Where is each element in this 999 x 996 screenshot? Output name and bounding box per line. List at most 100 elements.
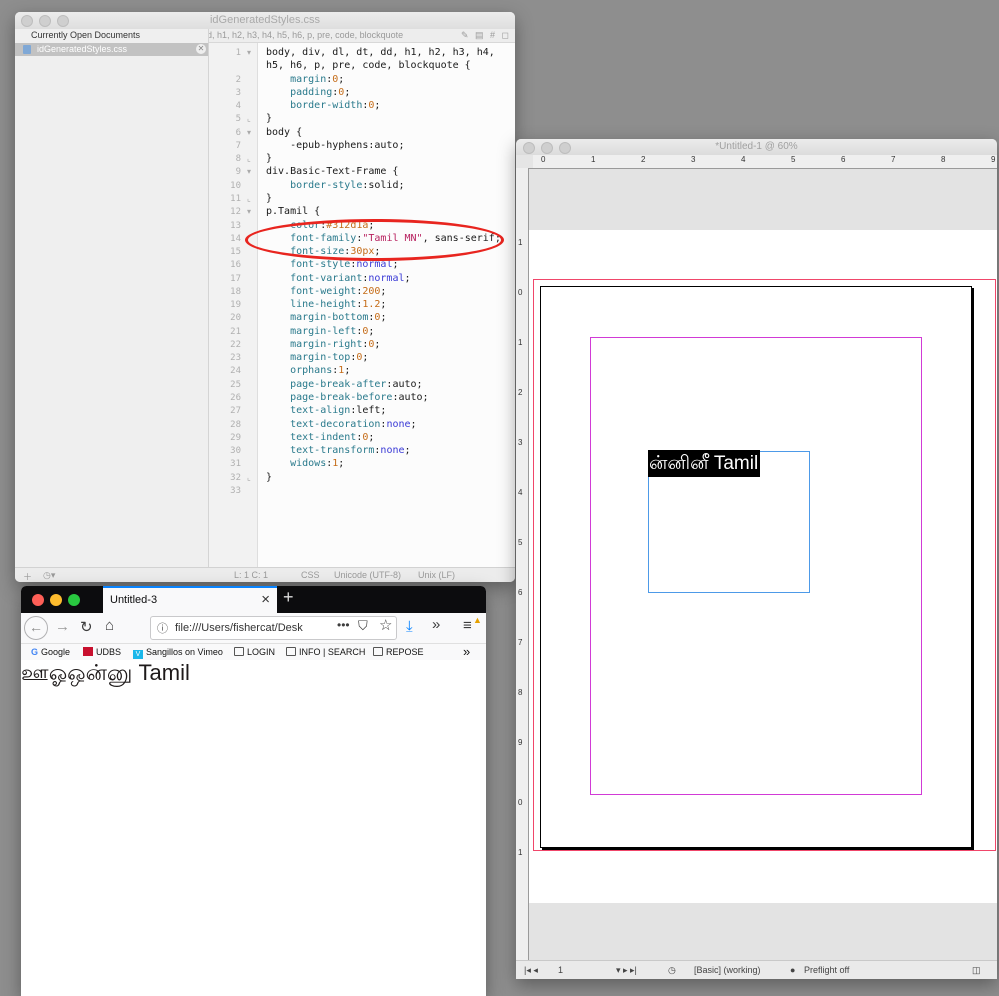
code-line[interactable]: text-decoration:none; bbox=[266, 419, 416, 430]
code-line[interactable]: body, div, dl, dt, dd, h1, h2, h3, h4, bbox=[266, 47, 495, 58]
ruler-origin[interactable] bbox=[516, 155, 534, 169]
bookmark-google[interactable]: G Google bbox=[31, 647, 70, 657]
line-number: 14 bbox=[230, 233, 241, 244]
code-line[interactable]: } bbox=[266, 472, 272, 483]
bookmarks-overflow-icon[interactable]: » bbox=[463, 644, 470, 659]
code-line[interactable]: -epub-hyphens:auto; bbox=[266, 140, 404, 151]
selected-text[interactable]: ன்னினீ Tamil bbox=[648, 450, 761, 477]
code-line[interactable]: } bbox=[266, 113, 272, 124]
code-line[interactable]: margin:0; bbox=[266, 74, 344, 85]
selector-menu[interactable]: d, h1, h2, h3, h4, h5, h6, p, pre, code,… bbox=[209, 30, 403, 40]
fold-marker-icon[interactable]: ⌞ bbox=[247, 114, 251, 123]
tab-untitled[interactable]: Untitled-3 × bbox=[103, 586, 277, 613]
downloads-icon[interactable]: ⤓ bbox=[406, 618, 413, 635]
bookmark-star-icon[interactable]: ☆ bbox=[379, 616, 392, 634]
line-number: 13 bbox=[230, 220, 241, 231]
code-line[interactable]: line-height:1.2; bbox=[266, 299, 386, 310]
preflight-menu[interactable]: Preflight off bbox=[804, 965, 849, 975]
window-controls[interactable] bbox=[32, 594, 86, 609]
fold-marker-icon[interactable]: ⌞ bbox=[247, 473, 251, 482]
code-area[interactable]: body, div, dl, dt, dd, h1, h2, h3, h4, h5… bbox=[258, 43, 515, 568]
editor-tool-icons[interactable]: ✎ ▤ # ◻ bbox=[461, 30, 511, 41]
fold-marker-icon[interactable]: ▾ bbox=[247, 207, 251, 216]
site-info-icon[interactable]: ⓘ bbox=[157, 620, 168, 636]
line-ending-menu[interactable]: Unix (LF) bbox=[418, 570, 455, 580]
fold-marker-icon[interactable]: ▾ bbox=[247, 128, 251, 137]
line-number: 30 bbox=[230, 446, 241, 457]
bookmark-login[interactable]: LOGIN bbox=[234, 647, 275, 657]
code-line[interactable]: margin-top:0; bbox=[266, 352, 368, 363]
horizontal-ruler[interactable]: 0123456789 bbox=[533, 155, 997, 169]
code-line[interactable]: p.Tamil { bbox=[266, 206, 320, 217]
code-line[interactable]: border-width:0; bbox=[266, 100, 380, 111]
new-tab-icon[interactable]: + bbox=[283, 587, 294, 608]
split-view-icon[interactable]: ◫ bbox=[972, 965, 981, 976]
bookmark-udbs[interactable]: UDBS bbox=[83, 647, 121, 657]
code-line[interactable]: margin-right:0; bbox=[266, 339, 380, 350]
code-line[interactable]: border-style:solid; bbox=[266, 180, 404, 191]
close-icon[interactable] bbox=[32, 594, 44, 606]
working-style-menu[interactable]: [Basic] (working) bbox=[694, 965, 761, 975]
bookmark-repose[interactable]: REPOSE bbox=[373, 647, 424, 657]
overflow-icon[interactable]: » bbox=[432, 616, 440, 633]
line-number: 28 bbox=[230, 419, 241, 430]
encoding-menu[interactable]: Unicode (UTF-8) bbox=[334, 570, 401, 580]
line-number: 10 bbox=[230, 180, 241, 191]
history-icon[interactable]: ◷▾ bbox=[43, 570, 55, 581]
line-number: 9 bbox=[235, 167, 241, 178]
code-line[interactable]: page-break-after:auto; bbox=[266, 379, 422, 390]
pocket-icon[interactable]: ⛉ bbox=[358, 618, 368, 634]
home-icon[interactable]: ⌂ bbox=[105, 617, 114, 634]
annotation-ring bbox=[245, 219, 504, 261]
code-line[interactable]: padding:0; bbox=[266, 87, 350, 98]
back-icon[interactable]: ← bbox=[24, 616, 48, 640]
line-number: 32 bbox=[230, 472, 241, 483]
code-line[interactable]: margin-bottom:0; bbox=[266, 312, 386, 323]
code-line[interactable]: page-break-before:auto; bbox=[266, 392, 428, 403]
line-number: 24 bbox=[230, 366, 241, 377]
open-icon[interactable]: ◷ bbox=[668, 965, 676, 976]
page-content: ஊஓஒன்னு Tamil bbox=[21, 660, 486, 996]
bookmark-vimeo[interactable]: V Sangillos on Vimeo bbox=[133, 647, 223, 659]
next-page-icon[interactable]: ▾ ▸ ▸| bbox=[616, 965, 637, 976]
zoom-icon[interactable] bbox=[68, 594, 80, 606]
page-number-field[interactable]: 1 bbox=[558, 965, 563, 975]
line-number: 2 bbox=[235, 74, 241, 85]
forward-icon[interactable]: → bbox=[55, 618, 70, 635]
page-actions-icon[interactable]: ••• bbox=[337, 618, 350, 632]
line-number: 25 bbox=[230, 379, 241, 390]
code-line[interactable]: body { bbox=[266, 127, 302, 138]
code-line[interactable]: widows:1; bbox=[266, 458, 344, 469]
code-line[interactable]: margin-left:0; bbox=[266, 326, 374, 337]
reload-icon[interactable]: ↻ bbox=[80, 618, 93, 636]
code-line[interactable]: font-variant:normal; bbox=[266, 273, 410, 284]
close-document-icon[interactable]: ✕ bbox=[196, 44, 206, 54]
bookmark-info-search[interactable]: INFO | SEARCH bbox=[286, 647, 365, 657]
url-bar[interactable]: ⓘ file:///Users/fishercat/Desk ••• ⛉ ☆ bbox=[150, 616, 397, 640]
line-number: 7 bbox=[235, 140, 241, 151]
first-page-icon[interactable]: |◂ ◂ bbox=[524, 965, 538, 976]
close-tab-icon[interactable]: × bbox=[261, 591, 270, 608]
code-line[interactable]: text-align:left; bbox=[266, 405, 386, 416]
line-number: 19 bbox=[230, 300, 241, 311]
code-line[interactable]: div.Basic-Text-Frame { bbox=[266, 166, 398, 177]
minimize-icon[interactable] bbox=[50, 594, 62, 606]
code-line[interactable]: } bbox=[266, 193, 272, 204]
code-line[interactable]: text-indent:0; bbox=[266, 432, 374, 443]
fold-marker-icon[interactable]: ⌞ bbox=[247, 194, 251, 203]
code-line[interactable]: font-weight:200; bbox=[266, 286, 386, 297]
code-line[interactable]: text-transform:none; bbox=[266, 445, 410, 456]
fold-marker-icon[interactable]: ⌞ bbox=[247, 154, 251, 163]
menu-icon[interactable]: ≡ bbox=[463, 617, 472, 634]
code-line[interactable]: } bbox=[266, 153, 272, 164]
code-line[interactable]: h5, h6, p, pre, code, blockquote { bbox=[266, 60, 471, 71]
language-menu[interactable]: CSS bbox=[301, 570, 320, 580]
fold-marker-icon[interactable]: ▾ bbox=[247, 48, 251, 57]
folder-icon bbox=[234, 647, 244, 656]
open-document-item[interactable]: idGeneratedStyles.css ✕ bbox=[15, 43, 208, 56]
add-icon[interactable]: ＋ bbox=[23, 570, 32, 582]
url-text[interactable]: file:///Users/fishercat/Desk bbox=[175, 622, 315, 634]
vertical-ruler[interactable]: 1012345678901 bbox=[516, 168, 529, 961]
code-line[interactable]: orphans:1; bbox=[266, 365, 350, 376]
fold-marker-icon[interactable]: ▾ bbox=[247, 167, 251, 176]
